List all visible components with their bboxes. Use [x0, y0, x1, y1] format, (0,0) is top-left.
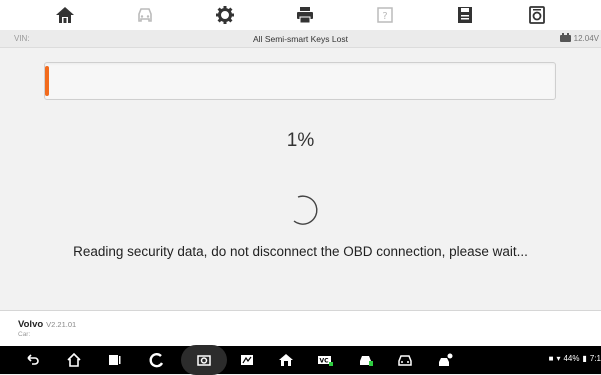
vehicle-brand: Volvo V2.21.01: [18, 319, 76, 330]
progress-percent: 1%: [286, 130, 315, 151]
brand-name: Volvo: [18, 319, 44, 330]
car-icon: [133, 3, 157, 27]
notification-icon: ■: [548, 354, 554, 363]
top-toolbar: ?: [0, 0, 601, 30]
progress-bar: [44, 62, 556, 100]
car-label: Car:: [18, 331, 31, 338]
camera-icon[interactable]: [195, 351, 213, 369]
vehicle-info-footer: Volvo V2.21.01 Car:: [0, 310, 601, 347]
report-icon[interactable]: [525, 3, 549, 27]
recent-apps-icon[interactable]: [106, 351, 124, 369]
help-icon: ?: [373, 3, 397, 27]
battery-status-icon: ▮: [582, 354, 587, 363]
main-content: 1% Reading security data, do not disconn…: [0, 48, 601, 310]
save-icon[interactable]: [453, 3, 477, 27]
home-icon[interactable]: [53, 3, 77, 27]
page-title: All Semi-smart Keys Lost: [253, 34, 348, 44]
battery-percent: 44%: [563, 354, 580, 363]
svg-text:?: ?: [382, 11, 387, 22]
service-icon[interactable]: [437, 351, 455, 369]
svg-text:VC: VC: [319, 358, 329, 365]
back-icon[interactable]: [23, 351, 41, 369]
loading-spinner-icon: [293, 195, 318, 225]
rotate-icon[interactable]: [148, 351, 166, 369]
vci-signal-icon[interactable]: [238, 351, 256, 369]
wifi-icon: ▾: [556, 354, 561, 363]
voltage-indicator: 12.04V: [559, 33, 599, 43]
vci-icon[interactable]: VC: [316, 351, 334, 369]
progress-fill: [45, 66, 50, 96]
voltage-value: 12.04V: [573, 34, 599, 43]
system-nav-bar: VC ■ ▾ 44% ▮ 7:1: [0, 345, 601, 375]
gear-icon[interactable]: [213, 3, 237, 27]
clock: 7:1: [589, 354, 601, 363]
software-version: V2.21.01: [46, 320, 77, 329]
info-bar: VIN: All Semi-smart Keys Lost 12.04V: [0, 30, 601, 48]
vehicle-icon[interactable]: [396, 351, 414, 369]
battery-icon: [559, 33, 571, 42]
printer-icon[interactable]: [293, 3, 317, 27]
home-nav-icon[interactable]: [65, 351, 83, 369]
status-message: Reading security data, do not disconnect…: [73, 244, 528, 259]
status-area: ■ ▾ 44% ▮ 7:1: [549, 354, 601, 363]
home-app-icon[interactable]: [277, 351, 295, 369]
car-diagnose-icon[interactable]: [357, 351, 375, 369]
